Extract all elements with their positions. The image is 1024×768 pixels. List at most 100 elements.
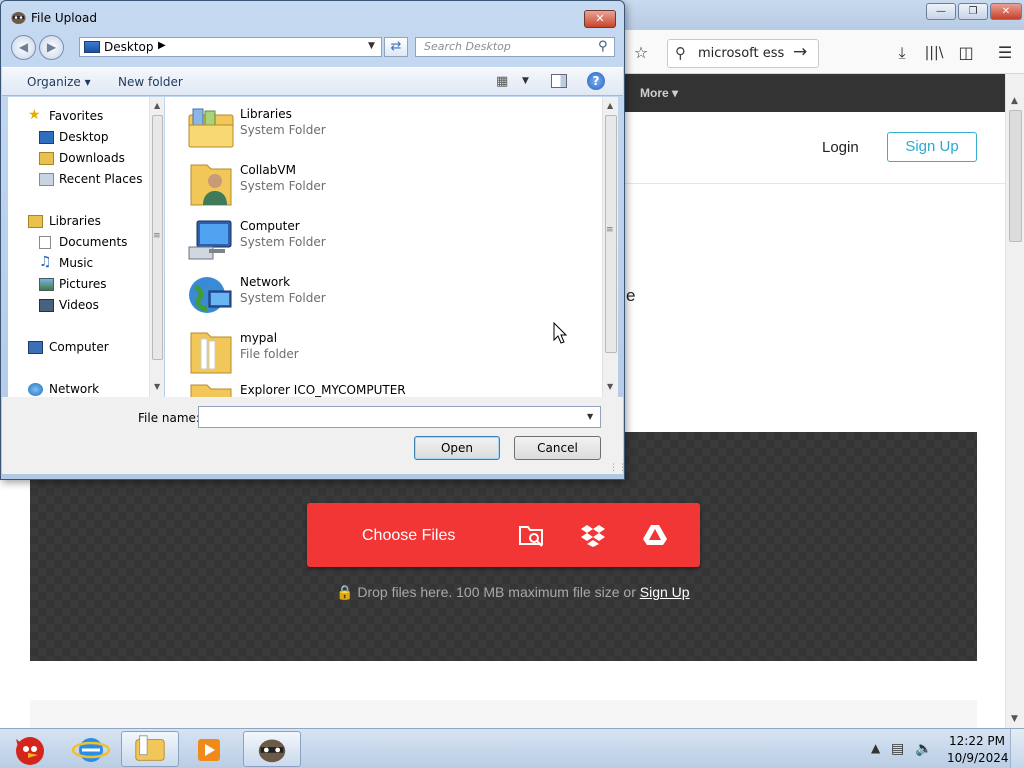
library-icon[interactable]: |||\ [923,42,945,64]
scroll-up-icon[interactable]: ▲ [1011,96,1018,106]
go-arrow-icon[interactable]: → [793,42,807,62]
libraries-icon [188,108,234,148]
nav-network[interactable]: Network [49,382,99,396]
google-drive-icon[interactable] [641,521,669,549]
file-name: Computer [240,219,300,233]
file-name: Explorer ICO_MYCOMPUTER [240,383,406,397]
file-name: Network [240,275,291,289]
mouse-cursor-icon [553,322,567,344]
scroll-up-icon[interactable]: ▲ [154,101,160,110]
nav-documents[interactable]: Documents [59,235,127,249]
volume-muted-icon[interactable]: 🔈 [915,741,932,757]
file-name: CollabVM [240,163,296,177]
nav-pictures[interactable]: Pictures [59,277,107,291]
search-desktop-field[interactable]: Search Desktop ⚲ [415,37,615,57]
nav-desktop[interactable]: Desktop [59,130,109,144]
lock-icon: 🔒 [336,584,354,600]
nav-computer[interactable]: Computer [49,340,109,354]
refresh-button[interactable]: ⇄ [384,37,408,57]
help-icon[interactable]: ? [587,72,605,90]
file-name-dropdown-icon[interactable]: ▼ [587,412,593,421]
organize-menu[interactable]: Organize ▾ [27,75,91,89]
clock-time[interactable]: 12:22 PM [949,734,1005,748]
file-explorer-icon[interactable] [121,731,179,767]
file-type: System Folder [240,235,326,249]
scroll-thumb[interactable] [1009,110,1022,242]
command-bar: Organize ▾ New folder ▦ ▼ ? [2,67,623,96]
nav-videos[interactable]: Videos [59,298,99,312]
drop-signup-link[interactable]: Sign Up [640,584,690,600]
choose-files-button[interactable]: Choose Files [307,503,700,567]
sidebar-icon[interactable]: ◫ [955,42,977,64]
site-navbar: More ▾ [625,74,1005,112]
scroll-up-icon[interactable]: ▲ [607,101,613,110]
nav-libraries[interactable]: Libraries [49,214,101,228]
file-item-network[interactable]: Network System Folder [187,271,567,323]
menu-icon[interactable]: ☰ [994,42,1016,64]
partial-heading-text: e [626,286,636,305]
raccoon-browser-icon[interactable] [243,731,301,767]
address-dropdown-icon[interactable]: ▼ [368,41,375,51]
view-options-icon[interactable]: ▦ [496,74,508,89]
page-scrollbar[interactable]: ▲ ▼ [1005,74,1024,728]
forward-button[interactable]: ▶ [39,35,64,60]
open-button[interactable]: Open [414,436,500,460]
resize-grip-icon[interactable]: ⋮⋮ [609,463,627,473]
login-link[interactable]: Login [822,139,859,156]
nav-downloads[interactable]: Downloads [59,151,125,165]
bookmark-star-icon[interactable]: ☆ [630,42,652,64]
signup-button[interactable]: Sign Up [887,132,977,162]
network-tray-icon[interactable]: ▤ [891,741,904,757]
nav-music[interactable]: Music [59,256,93,270]
file-name-label: File name: [138,411,200,425]
maximize-button[interactable]: ❐ [958,3,988,20]
file-name-input[interactable]: ▼ [198,406,601,428]
scroll-down-icon[interactable]: ▼ [607,382,613,391]
scroll-down-icon[interactable]: ▼ [1011,714,1018,724]
choose-files-label: Choose Files [362,527,456,544]
file-item-explorer-ico[interactable]: Explorer ICO_MYCOMPUTER [187,379,567,397]
file-upload-dialog: File Upload ✕ ◀ ▶ Desktop ▶ ▼ ⇄ Search D… [0,0,627,480]
new-folder-button[interactable]: New folder [118,75,183,89]
desktop-icon [84,41,100,53]
nav-more[interactable]: More ▾ [640,86,678,100]
scroll-down-icon[interactable]: ▼ [154,382,160,391]
file-item-collabvm[interactable]: CollabVM System Folder [187,159,567,211]
address-bar[interactable]: Desktop ▶ ▼ [79,37,382,57]
cancel-button[interactable]: Cancel [514,436,601,460]
dialog-title: File Upload [31,11,97,25]
folder-search-icon[interactable] [517,521,545,549]
nav-favorites[interactable]: Favorites [49,109,103,123]
file-item-libraries[interactable]: Libraries System Folder [187,103,567,155]
nav-recent-places[interactable]: Recent Places [59,172,142,186]
nav-pane-scrollbar[interactable]: ▲ ≡ ▼ [149,97,164,397]
page-lower-section [30,700,977,728]
folder-icon [190,384,232,397]
downloads-icon[interactable]: ⤓ [891,42,913,64]
tray-expand-icon[interactable]: ▲ [871,741,880,755]
file-item-mypal[interactable]: mypal File folder [187,327,567,379]
internet-explorer-icon[interactable] [62,731,120,767]
file-item-computer[interactable]: Computer System Folder [187,215,567,267]
angry-birds-icon[interactable] [2,731,58,767]
minimize-button[interactable]: — [926,3,956,20]
folder-icon [190,332,232,374]
dropbox-icon[interactable] [579,521,607,549]
preview-pane-icon[interactable] [551,74,567,88]
view-dropdown-icon[interactable]: ▼ [522,76,529,86]
media-player-icon[interactable] [180,731,238,767]
back-button[interactable]: ◀ [11,35,36,60]
close-button[interactable]: ✕ [990,3,1022,20]
search-query[interactable]: microsoft ess [698,46,790,61]
search-icon[interactable]: ⚲ [598,39,608,54]
file-list-scrollbar[interactable]: ▲ ≡ ▼ [602,97,618,397]
recent-places-icon [39,173,54,186]
search-bar[interactable]: ⚲ microsoft ess → [667,39,819,68]
clock-date[interactable]: 10/9/2024 [947,751,1009,765]
dialog-close-button[interactable]: ✕ [584,10,616,28]
taskbar: ▲ ▤ 🔈 12:22 PM 10/9/2024 [0,728,1024,768]
breadcrumb-arrow-icon[interactable]: ▶ [158,40,166,51]
libraries-icon [28,215,43,228]
address-location[interactable]: Desktop [104,40,154,54]
show-desktop-button[interactable] [1010,729,1024,768]
